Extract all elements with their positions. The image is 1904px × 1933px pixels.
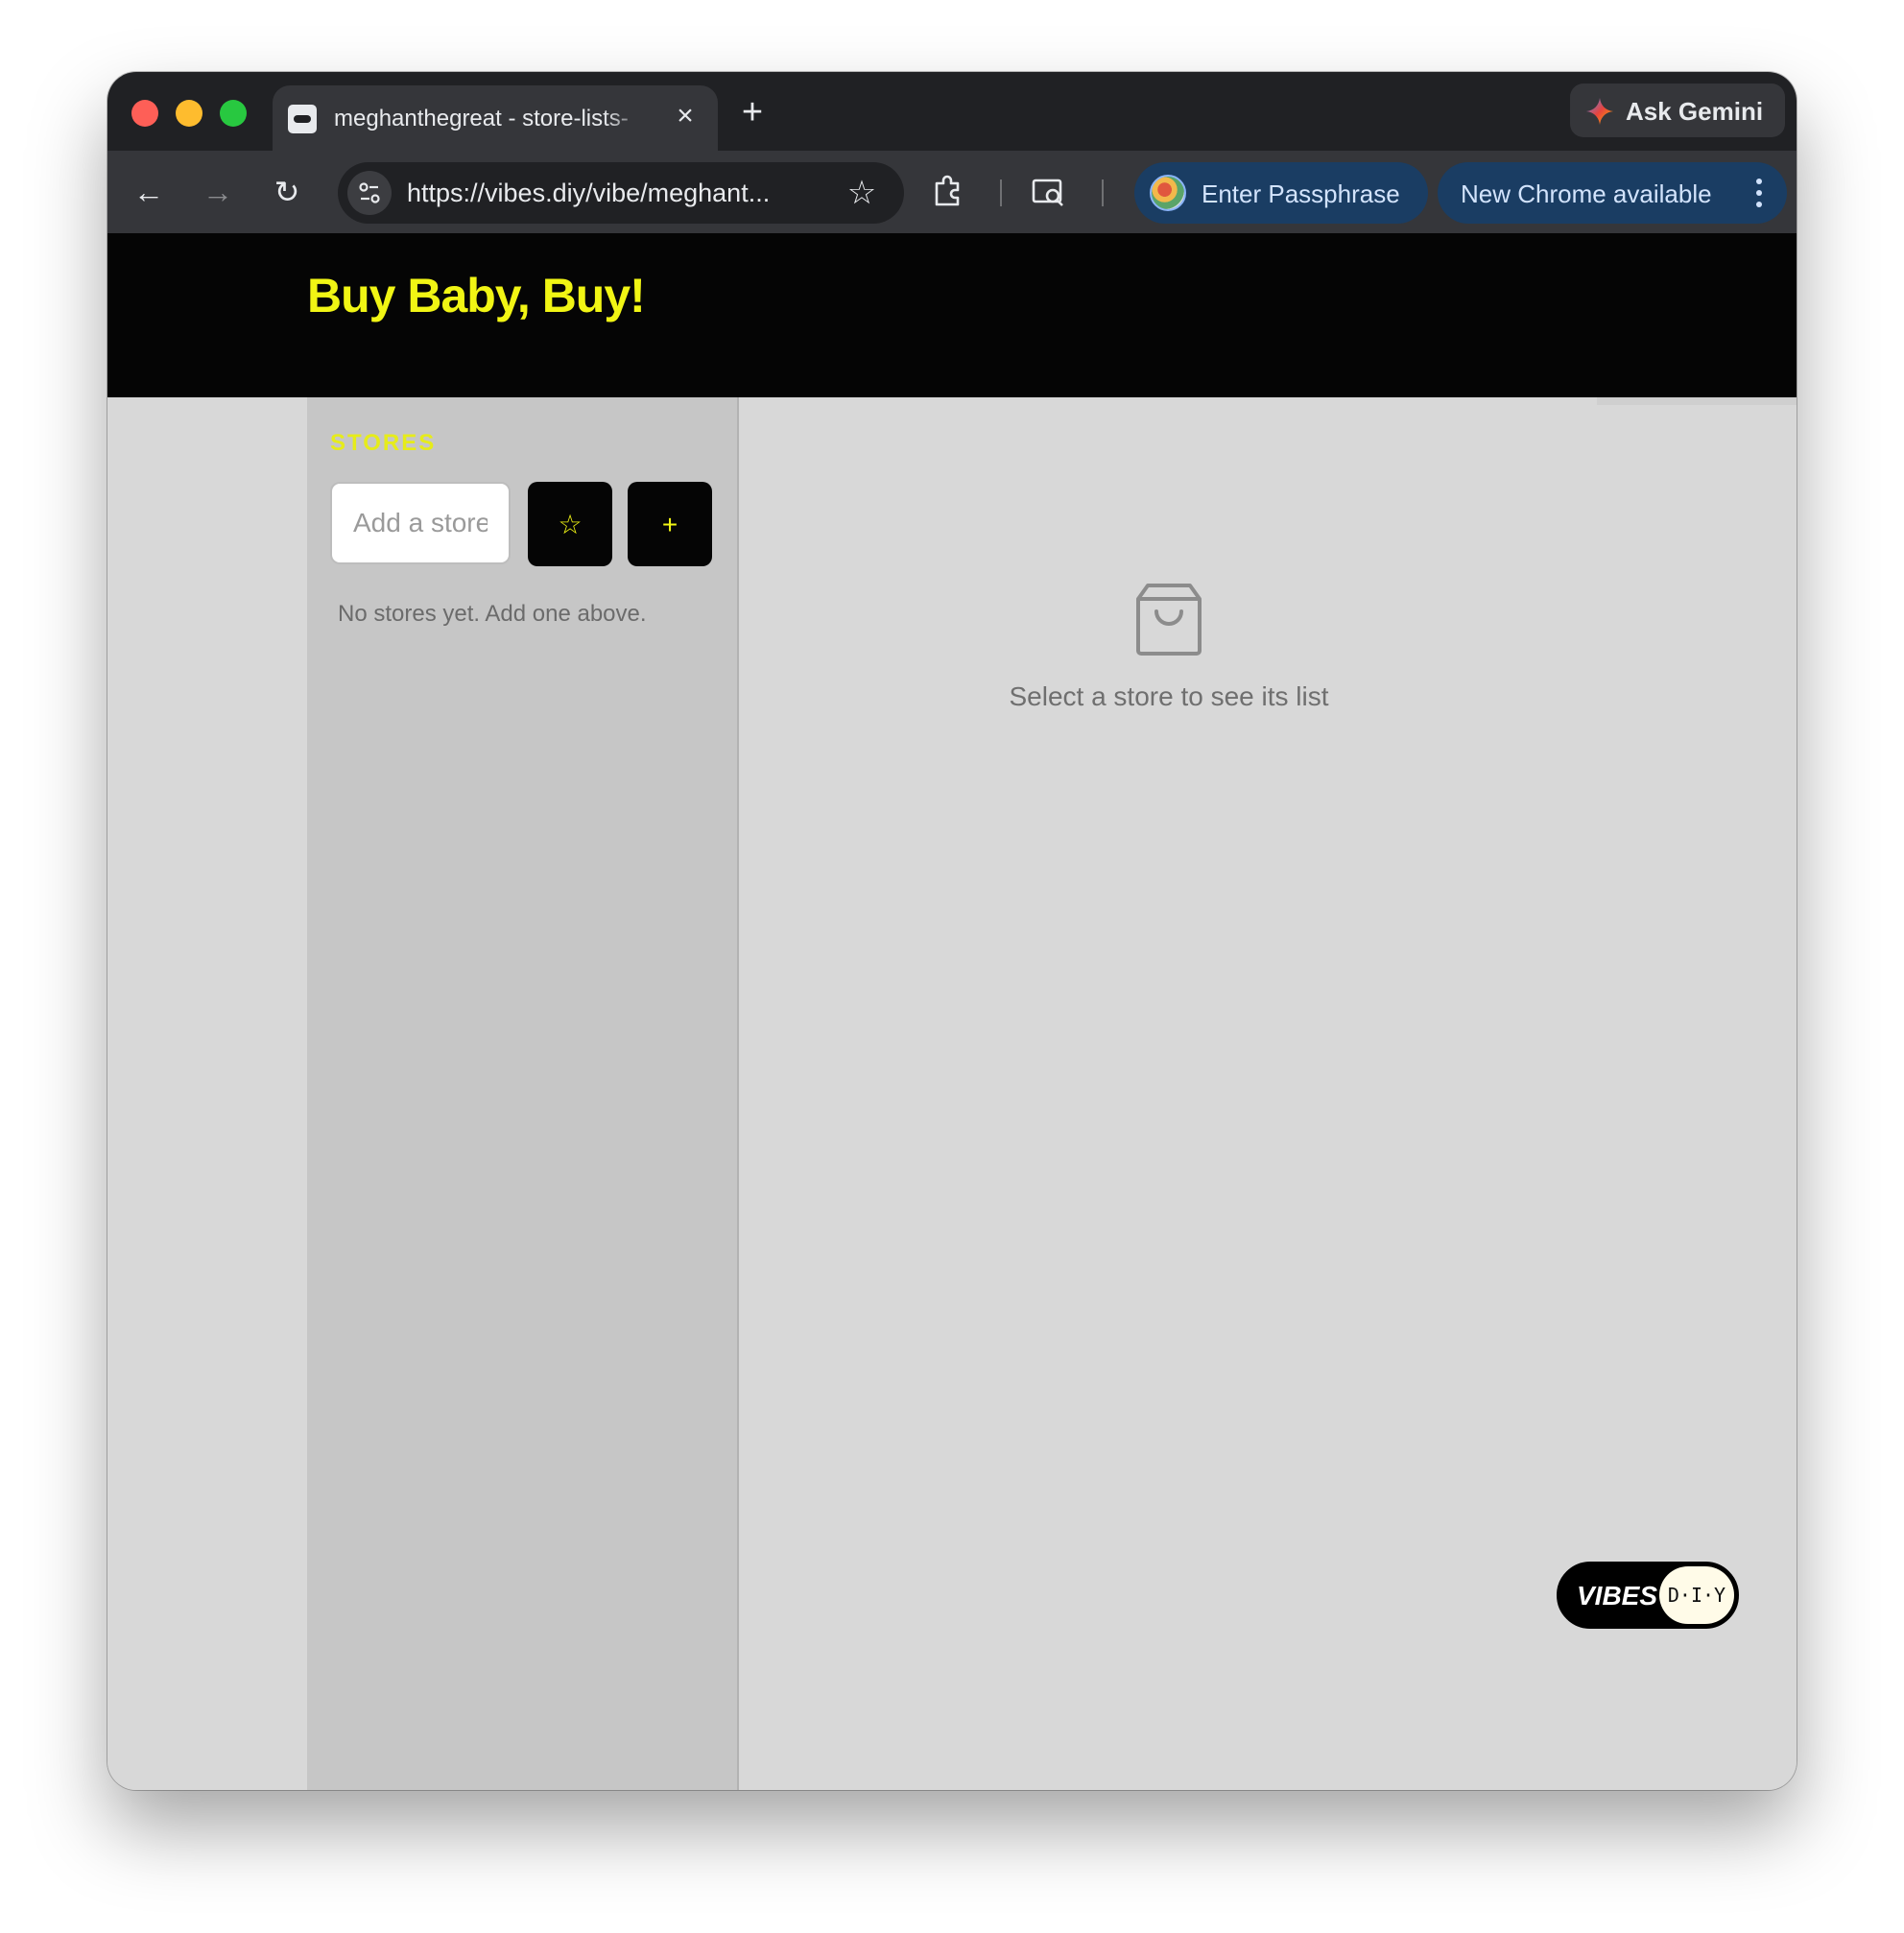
plus-icon[interactable]: + xyxy=(731,91,774,133)
close-window-button[interactable] xyxy=(131,100,158,127)
stores-heading: STORES xyxy=(330,430,437,456)
empty-stores-message: No stores yet. Add one above. xyxy=(338,601,647,627)
vibes-diy-badge[interactable]: VIBES D·I·Y xyxy=(1557,1562,1739,1629)
page-content: Buy Baby, Buy! STORES ☆ + No stores yet.… xyxy=(107,233,1797,1790)
minimize-window-button[interactable] xyxy=(176,100,202,127)
maximize-window-button[interactable] xyxy=(220,100,247,127)
browser-tab[interactable]: meghanthegreat - store-lists- × xyxy=(273,85,718,151)
add-store-button[interactable]: + xyxy=(628,482,712,566)
toolbar-divider xyxy=(1102,179,1104,206)
shopping-bag-icon xyxy=(1136,584,1202,656)
avatar xyxy=(1150,175,1186,211)
new-chrome-available-button[interactable]: New Chrome available xyxy=(1438,162,1787,224)
toolbar-divider xyxy=(1000,179,1002,206)
reload-icon[interactable]: ↻ xyxy=(265,170,309,214)
search-page-icon[interactable] xyxy=(1029,172,1069,212)
browser-window: meghanthegreat - store-lists- × + Ask Ge… xyxy=(107,72,1797,1790)
diy-label: D·I·Y xyxy=(1659,1566,1734,1624)
ask-gemini-label: Ask Gemini xyxy=(1626,97,1764,126)
enter-passphrase-label: Enter Passphrase xyxy=(1202,179,1400,208)
more-vert-icon[interactable] xyxy=(1754,176,1764,210)
puzzle-icon[interactable] xyxy=(927,172,967,212)
add-store-input[interactable] xyxy=(330,482,511,564)
tab-title: meghanthegreat - store-lists- xyxy=(334,106,629,131)
select-store-message: Select a store to see its list xyxy=(1009,681,1329,711)
browser-toolbar: ← → ↻ https://vibes.diy/vibe/meghant... … xyxy=(107,151,1797,233)
close-icon[interactable]: × xyxy=(670,101,701,131)
tune-icon[interactable] xyxy=(347,171,392,215)
star-icon[interactable]: ☆ xyxy=(841,172,883,214)
page-title: Buy Baby, Buy! xyxy=(307,269,646,322)
favorite-button[interactable]: ☆ xyxy=(528,482,612,566)
gemini-sparkle-icon xyxy=(1586,98,1613,125)
vibes-brand-text: VIBES xyxy=(1577,1581,1658,1611)
app-favicon-icon xyxy=(288,105,317,133)
enter-passphrase-button[interactable]: Enter Passphrase xyxy=(1134,162,1428,224)
url-text[interactable]: https://vibes.diy/vibe/meghant... xyxy=(407,179,810,208)
title-bar: meghanthegreat - store-lists- × + Ask Ge… xyxy=(107,72,1797,151)
arrow-right-icon[interactable]: → xyxy=(196,170,240,214)
address-bar[interactable]: https://vibes.diy/vibe/meghant... ☆ xyxy=(338,162,904,224)
arrow-left-icon[interactable]: ← xyxy=(127,170,171,214)
app-header: Buy Baby, Buy! xyxy=(107,233,1797,397)
update-label: New Chrome available xyxy=(1461,179,1712,208)
ask-gemini-button[interactable]: Ask Gemini xyxy=(1570,84,1785,137)
stores-sidebar: STORES ☆ + No stores yet. Add one above. xyxy=(307,397,739,1790)
